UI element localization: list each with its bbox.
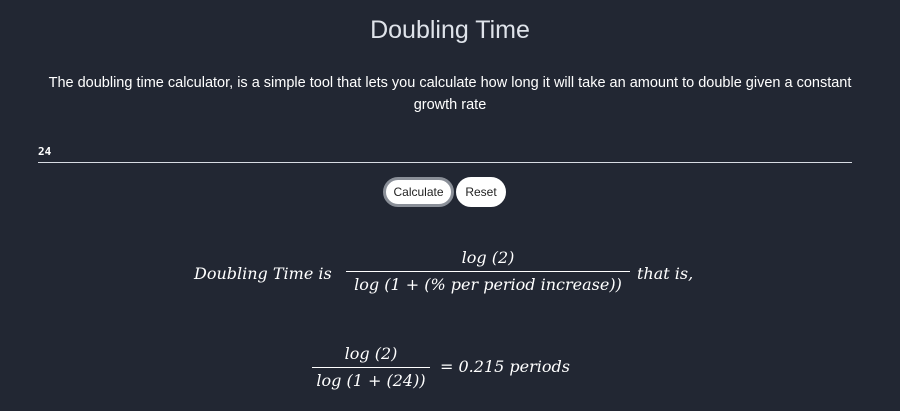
result-formula: log (2) log (1 + (24)) = 0.215 periods — [0, 342, 900, 396]
page-description: The doubling time calculator, is a simpl… — [48, 75, 852, 113]
formula-fraction: log (2) log (1 + (% per period increase)… — [346, 246, 630, 297]
formula-denominator: log (1 + (% per period increase)) — [354, 275, 622, 294]
result-fraction: log (2) log (1 + (24)) — [312, 342, 430, 393]
result-denominator: log (1 + (24)) — [316, 371, 426, 390]
formula-tail-text: that is, — [637, 264, 694, 283]
formula-lead-text: Doubling Time is — [194, 264, 332, 283]
formula-numerator: log (2) — [461, 248, 515, 267]
result-numerator: log (2) — [344, 344, 398, 363]
result-value: = 0.215 periods — [440, 357, 570, 376]
result-fraction-bar — [312, 367, 430, 368]
reset-button[interactable]: Reset — [456, 177, 506, 207]
doubling-time-formula: Doubling Time is log (2) log (1 + (% per… — [0, 246, 900, 300]
growth-rate-input[interactable] — [38, 140, 852, 163]
calculate-button[interactable]: Calculate — [383, 177, 454, 207]
page-title: Doubling Time — [370, 16, 530, 44]
formula-fraction-bar — [346, 271, 630, 272]
